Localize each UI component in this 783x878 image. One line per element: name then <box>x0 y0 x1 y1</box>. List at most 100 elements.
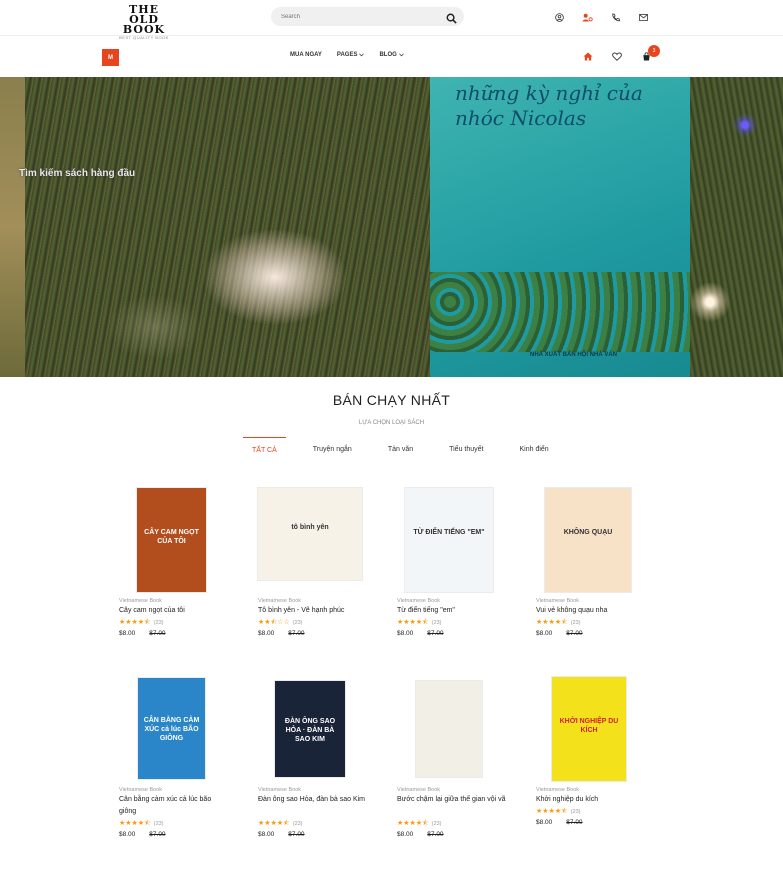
tab-all[interactable]: TẤT CẢ <box>243 437 286 461</box>
rating-count: (23) <box>292 821 303 827</box>
product-name[interactable]: Khởi nghiệp du kích <box>536 794 646 806</box>
site-logo[interactable]: THE OLD BOOK BEST QUALITY BOOK <box>114 3 178 40</box>
current-price: $8.00 <box>119 831 136 838</box>
current-price: $8.00 <box>119 630 136 637</box>
product-category: Vietnamese Book <box>119 787 163 793</box>
product-price: $8.00 $7.00 <box>258 630 305 637</box>
old-price: $7.00 <box>427 630 444 637</box>
nav-item-label: BLOG <box>379 52 397 58</box>
book-cover-image[interactable]: KHÔNG QUẠU <box>545 488 631 592</box>
product-name[interactable]: Đàn ông sao Hỏa, đàn bà sao Kim <box>258 794 368 806</box>
nav-item-blog[interactable]: BLOG <box>379 52 404 58</box>
nav-menu: MUA NGAY PAGES BLOG <box>290 52 404 58</box>
tab-tan-van[interactable]: Tản văn <box>379 437 422 461</box>
rating-stars-icon: ★★★★⯪ <box>536 619 568 626</box>
book-cover-image[interactable]: tô bình yên <box>258 488 362 580</box>
old-price: $7.00 <box>149 630 166 637</box>
current-price: $8.00 <box>258 630 275 637</box>
product-category: Vietnamese Book <box>397 598 441 604</box>
tab-kinh-dien[interactable]: Kinh điển <box>510 437 557 461</box>
rating-stars-icon: ★★★★⯪ <box>397 619 429 626</box>
product-category: Vietnamese Book <box>536 598 580 604</box>
product-price: $8.00 $7.00 <box>119 630 166 637</box>
product-rating: ★★⯪☆☆ (23) <box>258 618 303 629</box>
product-price: $8.00 $7.00 <box>397 831 444 838</box>
product-name[interactable]: Cân bằng cảm xúc cả lúc bão giông <box>119 794 229 818</box>
old-price: $7.00 <box>566 819 583 826</box>
product-category: Vietnamese Book <box>258 598 302 604</box>
book-cover-image[interactable]: ĐÀN ÔNG SAO HỎA · ĐÀN BÀ SAO KIM <box>275 681 345 777</box>
nav-logo[interactable]: M <box>102 49 119 66</box>
rating-count: (23) <box>431 821 442 827</box>
book-cover-image[interactable]: CÂN BẰNG CẢM XÚC cả lúc BÃO GIÔNG <box>138 678 205 779</box>
heart-icon[interactable] <box>611 50 623 62</box>
rating-stars-icon: ★★★★⯪ <box>119 619 151 626</box>
product-name[interactable]: Cây cam ngọt của tôi <box>119 605 229 617</box>
cart-count-badge: 3 <box>648 45 660 57</box>
product-name[interactable]: Bước chậm lại giữa thế gian vội vã <box>397 794 507 806</box>
current-price: $8.00 <box>536 630 553 637</box>
hero-caption: Tìm kiếm sách hàng đầu <box>19 168 136 179</box>
chevron-down-icon <box>398 53 404 57</box>
rating-count: (23) <box>153 620 164 626</box>
product-category: Vietnamese Book <box>536 787 580 793</box>
product-category: Vietnamese Book <box>397 787 441 793</box>
hero-left-strip <box>0 77 25 377</box>
product-name[interactable]: Tô bình yên - Vẽ hạnh phúc <box>258 605 368 617</box>
rating-stars-icon: ★★★★⯪ <box>397 820 429 827</box>
book-cover-text: tô bình yên <box>291 523 329 531</box>
product-rating: ★★★★⯪ (23) <box>397 819 442 830</box>
product-price: $8.00 $7.00 <box>397 630 444 637</box>
book-cover-text: ĐÀN ÔNG SAO HỎA · ĐÀN BÀ SAO KIM <box>284 718 336 744</box>
user-icon[interactable] <box>552 10 566 24</box>
nav-item-label: PAGES <box>336 52 358 58</box>
section-subtitle: LỰA CHỌN LOẠI SÁCH <box>358 420 425 426</box>
rating-stars-icon: ★★★★⯪ <box>536 808 568 815</box>
product-category: Vietnamese Book <box>258 787 302 793</box>
search-box <box>271 7 464 26</box>
user-settings-icon[interactable] <box>580 10 594 24</box>
rating-count: (23) <box>292 620 303 626</box>
hero-banner[interactable]: những kỳ nghỉ của nhóc Nicolas NHÀ XUẤT … <box>0 77 783 377</box>
old-price: $7.00 <box>149 831 166 838</box>
nav-item-mua-ngay[interactable]: MUA NGAY <box>290 52 322 58</box>
book-cover-image[interactable]: TỪ ĐIỂN TIẾNG "EM" <box>405 488 493 592</box>
nav-item-pages[interactable]: PAGES <box>337 52 365 58</box>
book-cover-image[interactable] <box>416 681 482 777</box>
nav-item-label: MUA NGAY <box>290 52 322 58</box>
product-price: $8.00 $7.00 <box>258 831 305 838</box>
category-tabs: TẤT CẢ Truyện ngắn Tản văn Tiểu thuyết K… <box>243 437 558 461</box>
search-icon[interactable] <box>446 11 457 24</box>
product-name[interactable]: Vui vẻ không quạu nha <box>536 605 646 617</box>
home-icon[interactable] <box>582 50 594 62</box>
hero-book-publisher: NHÀ XUẤT BẢN HỘI NHÀ VĂN <box>530 352 617 358</box>
product-rating: ★★★★⯪ (23) <box>536 807 581 818</box>
book-cover-text: KHỞI NGHIỆP DU KÍCH <box>559 717 619 734</box>
top-icon-group <box>552 10 650 24</box>
old-price: $7.00 <box>288 630 305 637</box>
book-cover-image[interactable]: KHỞI NGHIỆP DU KÍCH <box>552 677 626 781</box>
nav-icon-group <box>582 50 652 62</box>
old-price: $7.00 <box>566 630 583 637</box>
rating-count: (23) <box>570 620 581 626</box>
hero-book-illustration <box>430 272 690 352</box>
tab-truyen-ngan[interactable]: Truyện ngắn <box>304 437 361 461</box>
rating-stars-icon: ★★★★⯪ <box>119 820 151 827</box>
main-nav: M MUA NGAY PAGES BLOG <box>0 37 783 77</box>
rating-stars-icon: ★★★★⯪ <box>258 820 290 827</box>
rating-count: (23) <box>431 620 442 626</box>
book-cover-text: CÂN BẰNG CẢM XÚC cả lúc BÃO GIÔNG <box>143 717 200 743</box>
old-price: $7.00 <box>288 831 305 838</box>
phone-icon[interactable] <box>608 10 622 24</box>
book-cover-image[interactable]: CÂY CAM NGỌT CỦA TÔI <box>137 488 206 592</box>
mail-icon[interactable] <box>636 10 650 24</box>
rating-stars-icon: ★★⯪☆☆ <box>258 619 290 626</box>
tab-tieu-thuyet[interactable]: Tiểu thuyết <box>440 437 492 461</box>
hero-book-title: những kỳ nghỉ của nhóc Nicolas <box>455 81 643 130</box>
logo-line-1: THE OLD <box>129 3 159 26</box>
product-name[interactable]: Từ điển tiếng "em" <box>397 605 507 617</box>
search-input[interactable] <box>281 10 441 23</box>
hero-book-cover: những kỳ nghỉ của nhóc Nicolas NHÀ XUẤT … <box>430 77 690 377</box>
top-bar: THE OLD BOOK BEST QUALITY BOOK <box>0 0 783 40</box>
current-price: $8.00 <box>258 831 275 838</box>
